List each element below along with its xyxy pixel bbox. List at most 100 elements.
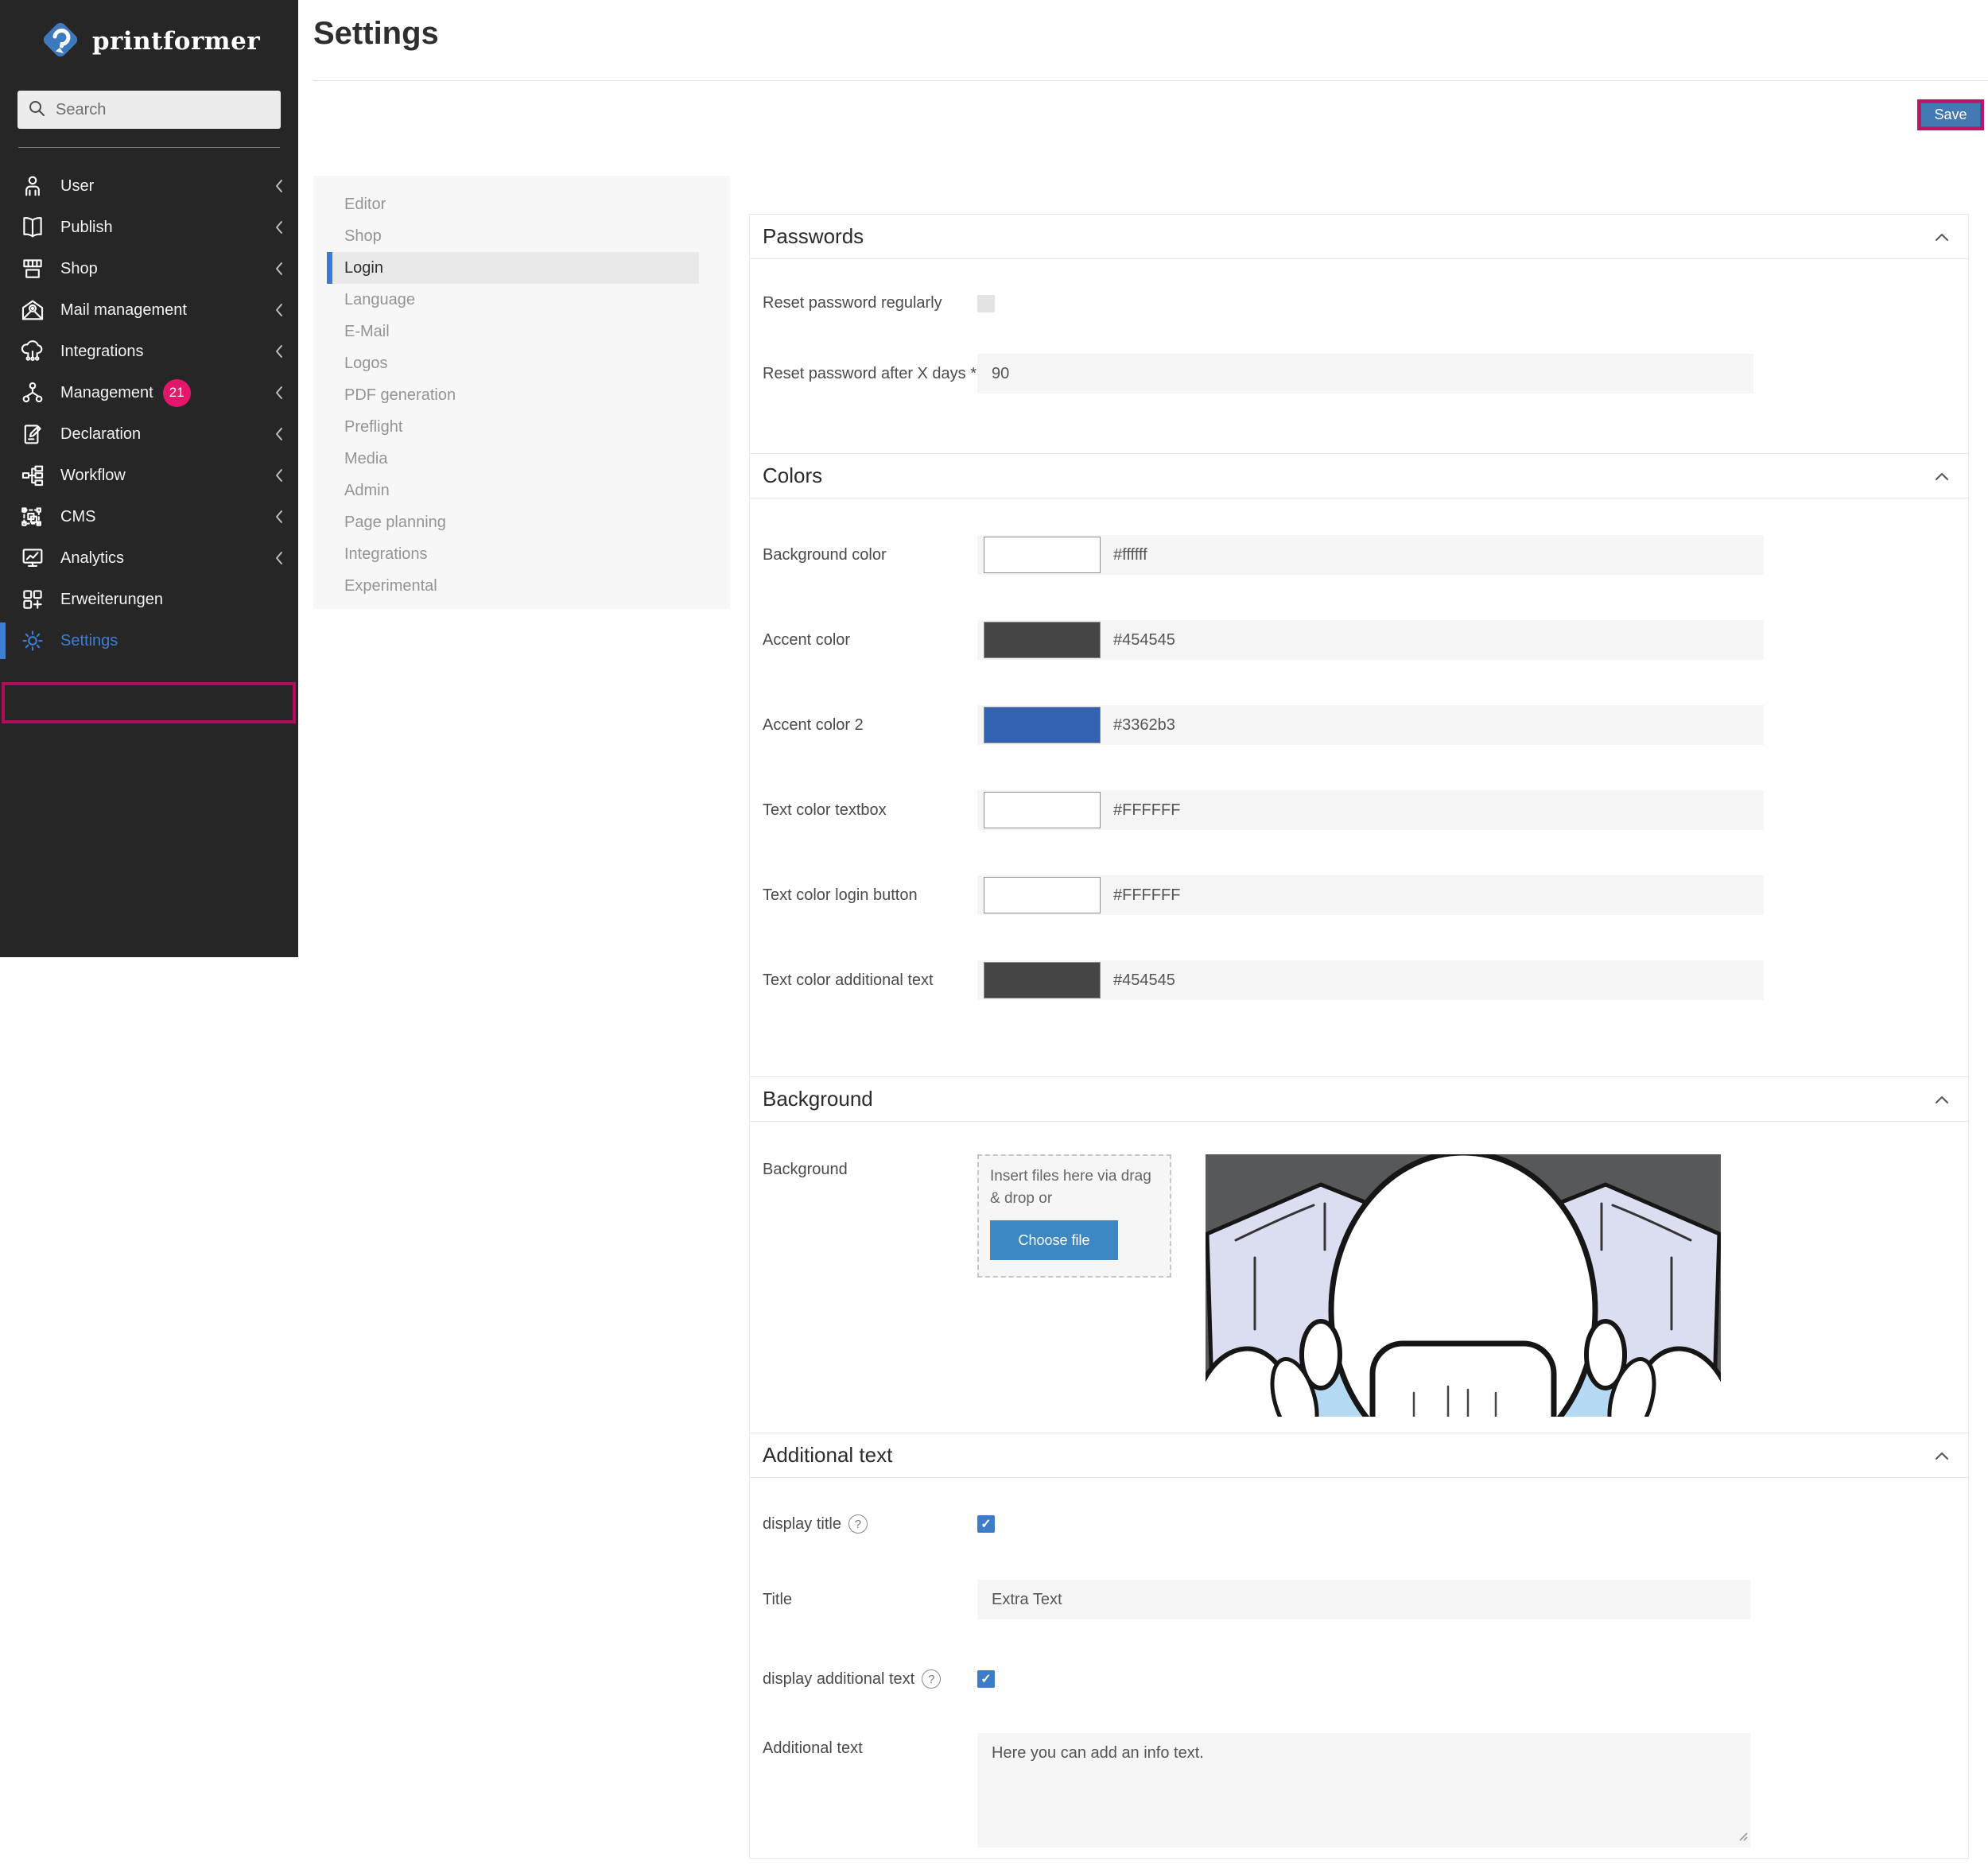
choose-file-button[interactable]: Choose file [990, 1220, 1118, 1260]
section-title: Colors [763, 463, 822, 488]
subnav-item-email[interactable]: E-Mail [327, 316, 730, 347]
field-label: Background color [763, 546, 977, 564]
subnav-item-pdf-generation[interactable]: PDF generation [327, 379, 730, 411]
sidebar-nav: User Publish Shop Mail management [0, 148, 298, 661]
save-button[interactable]: Save [1920, 103, 1981, 127]
book-icon [17, 212, 48, 242]
sidebar-item-declaration[interactable]: Declaration [0, 413, 298, 455]
chevron-left-icon[interactable] [273, 549, 285, 567]
color-swatch[interactable] [984, 877, 1101, 913]
sidebar-annotation-highlight [2, 682, 296, 723]
color-swatch[interactable] [984, 707, 1101, 743]
subnav-item-integrations[interactable]: Integrations [327, 538, 730, 570]
field-text-color-login-button: Text color login button #FFFFFF [750, 875, 1968, 915]
color-swatch[interactable] [984, 537, 1101, 573]
file-dropzone[interactable]: Insert files here via drag & drop or Cho… [977, 1154, 1171, 1278]
field-label: Reset password regularly [763, 294, 977, 312]
subnav-item-login[interactable]: Login [327, 252, 699, 284]
display-title-checkbox[interactable]: ✓ [977, 1515, 995, 1533]
section-passwords: Passwords Reset password regularly Reset… [750, 215, 1968, 453]
page-title: Settings [313, 16, 439, 52]
sidebar-item-user[interactable]: User [0, 165, 298, 207]
field-label: display title ? [763, 1514, 977, 1534]
color-field: #3362b3 [977, 705, 1764, 745]
resize-handle-icon[interactable] [1737, 1830, 1748, 1845]
chevron-left-icon[interactable] [273, 343, 285, 360]
title-input[interactable] [977, 1580, 1750, 1619]
section-additional-text-header: Additional text [750, 1433, 1968, 1478]
chevron-left-icon[interactable] [273, 467, 285, 484]
cms-icon [17, 502, 48, 532]
save-annotation-highlight: Save [1917, 99, 1984, 130]
subnav-item-media[interactable]: Media [327, 443, 730, 475]
sidebar-item-label: CMS [60, 508, 95, 526]
chevron-left-icon[interactable] [273, 260, 285, 277]
section-colors-header: Colors [750, 454, 1968, 498]
sidebar-item-label: Erweiterungen [60, 591, 163, 609]
display-additional-text-checkbox[interactable]: ✓ [977, 1670, 995, 1688]
storefront-icon [17, 254, 48, 284]
collapse-chevron-up-icon[interactable] [1933, 231, 1951, 243]
app-root: { "brand": { "name": "printformer" }, "s… [0, 0, 1988, 1873]
sidebar-item-cms[interactable]: CMS [0, 496, 298, 537]
sidebar-item-analytics[interactable]: Analytics [0, 537, 298, 579]
subnav-item-page-planning[interactable]: Page planning [327, 506, 730, 538]
sidebar-search[interactable] [17, 91, 281, 129]
color-field: #FFFFFF [977, 875, 1764, 915]
chevron-left-icon[interactable] [273, 219, 285, 236]
collapse-chevron-up-icon[interactable] [1933, 1093, 1951, 1106]
sidebar-item-integrations[interactable]: Integrations [0, 331, 298, 372]
field-label: display additional text ? [763, 1669, 977, 1689]
chevron-left-icon[interactable] [273, 177, 285, 195]
subnav-item-admin[interactable]: Admin [327, 475, 730, 506]
sidebar-item-publish[interactable]: Publish [0, 207, 298, 248]
collapse-chevron-up-icon[interactable] [1933, 470, 1951, 483]
additional-text-area-wrap: Here you can add an info text. [977, 1733, 1750, 1848]
field-text-color-additional-text: Text color additional text #454545 [750, 960, 1968, 1000]
subnav-item-logos[interactable]: Logos [327, 347, 730, 379]
sidebar-item-label: Mail management [60, 301, 187, 320]
color-swatch[interactable] [984, 792, 1101, 828]
subnav-item-preflight[interactable]: Preflight [327, 411, 730, 443]
subnav-item-shop[interactable]: Shop [327, 220, 730, 252]
chevron-left-icon[interactable] [273, 301, 285, 319]
section-background: Background Background Insert files here … [750, 1076, 1968, 1433]
subnav-item-experimental[interactable]: Experimental [327, 570, 730, 602]
chevron-left-icon[interactable] [273, 384, 285, 401]
field-title: Title [750, 1580, 1968, 1619]
field-label-text: display title [763, 1515, 841, 1534]
subnav-item-language[interactable]: Language [327, 284, 730, 316]
section-passwords-header: Passwords [750, 215, 1968, 259]
sidebar-item-workflow[interactable]: Workflow [0, 455, 298, 496]
brand-logo[interactable]: printformer [0, 0, 298, 70]
sidebar-item-management[interactable]: Management 21 [0, 372, 298, 413]
sidebar-item-erweiterungen[interactable]: Erweiterungen [0, 579, 298, 620]
sidebar-item-settings[interactable]: Settings [0, 620, 298, 661]
color-swatch[interactable] [984, 962, 1101, 999]
collapse-chevron-up-icon[interactable] [1933, 1449, 1951, 1462]
dropzone-text: Insert files here via drag & drop or [990, 1165, 1159, 1209]
section-title: Passwords [763, 224, 864, 249]
section-title: Background [763, 1087, 873, 1111]
org-chart-icon [17, 378, 48, 408]
additional-text-area[interactable]: Here you can add an info text. [977, 1733, 1750, 1848]
subnav-item-editor[interactable]: Editor [327, 188, 730, 220]
field-label-text: display additional text [763, 1670, 914, 1689]
help-icon[interactable]: ? [848, 1514, 868, 1534]
field-label: Title [763, 1591, 977, 1609]
sidebar-item-shop[interactable]: Shop [0, 248, 298, 289]
field-background-color: Background color #ffffff [750, 535, 1968, 575]
field-additional-text: Additional text Here you can add an info… [750, 1733, 1968, 1848]
chevron-left-icon[interactable] [273, 508, 285, 525]
field-accent-color-2: Accent color 2 #3362b3 [750, 705, 1968, 745]
search-input[interactable] [56, 101, 270, 119]
chevron-left-icon[interactable] [273, 425, 285, 443]
color-swatch[interactable] [984, 622, 1101, 658]
help-icon[interactable]: ? [922, 1669, 941, 1689]
reset-password-regularly-checkbox[interactable] [977, 295, 995, 312]
reset-password-days-input[interactable] [977, 354, 1753, 394]
sidebar-item-mail-management[interactable]: Mail management [0, 289, 298, 331]
section-colors: Colors Background color #ffffff Accent c… [750, 453, 1968, 1076]
field-reset-password-days: Reset password after X days * [750, 354, 1968, 394]
sidebar-item-label: Publish [60, 219, 113, 237]
